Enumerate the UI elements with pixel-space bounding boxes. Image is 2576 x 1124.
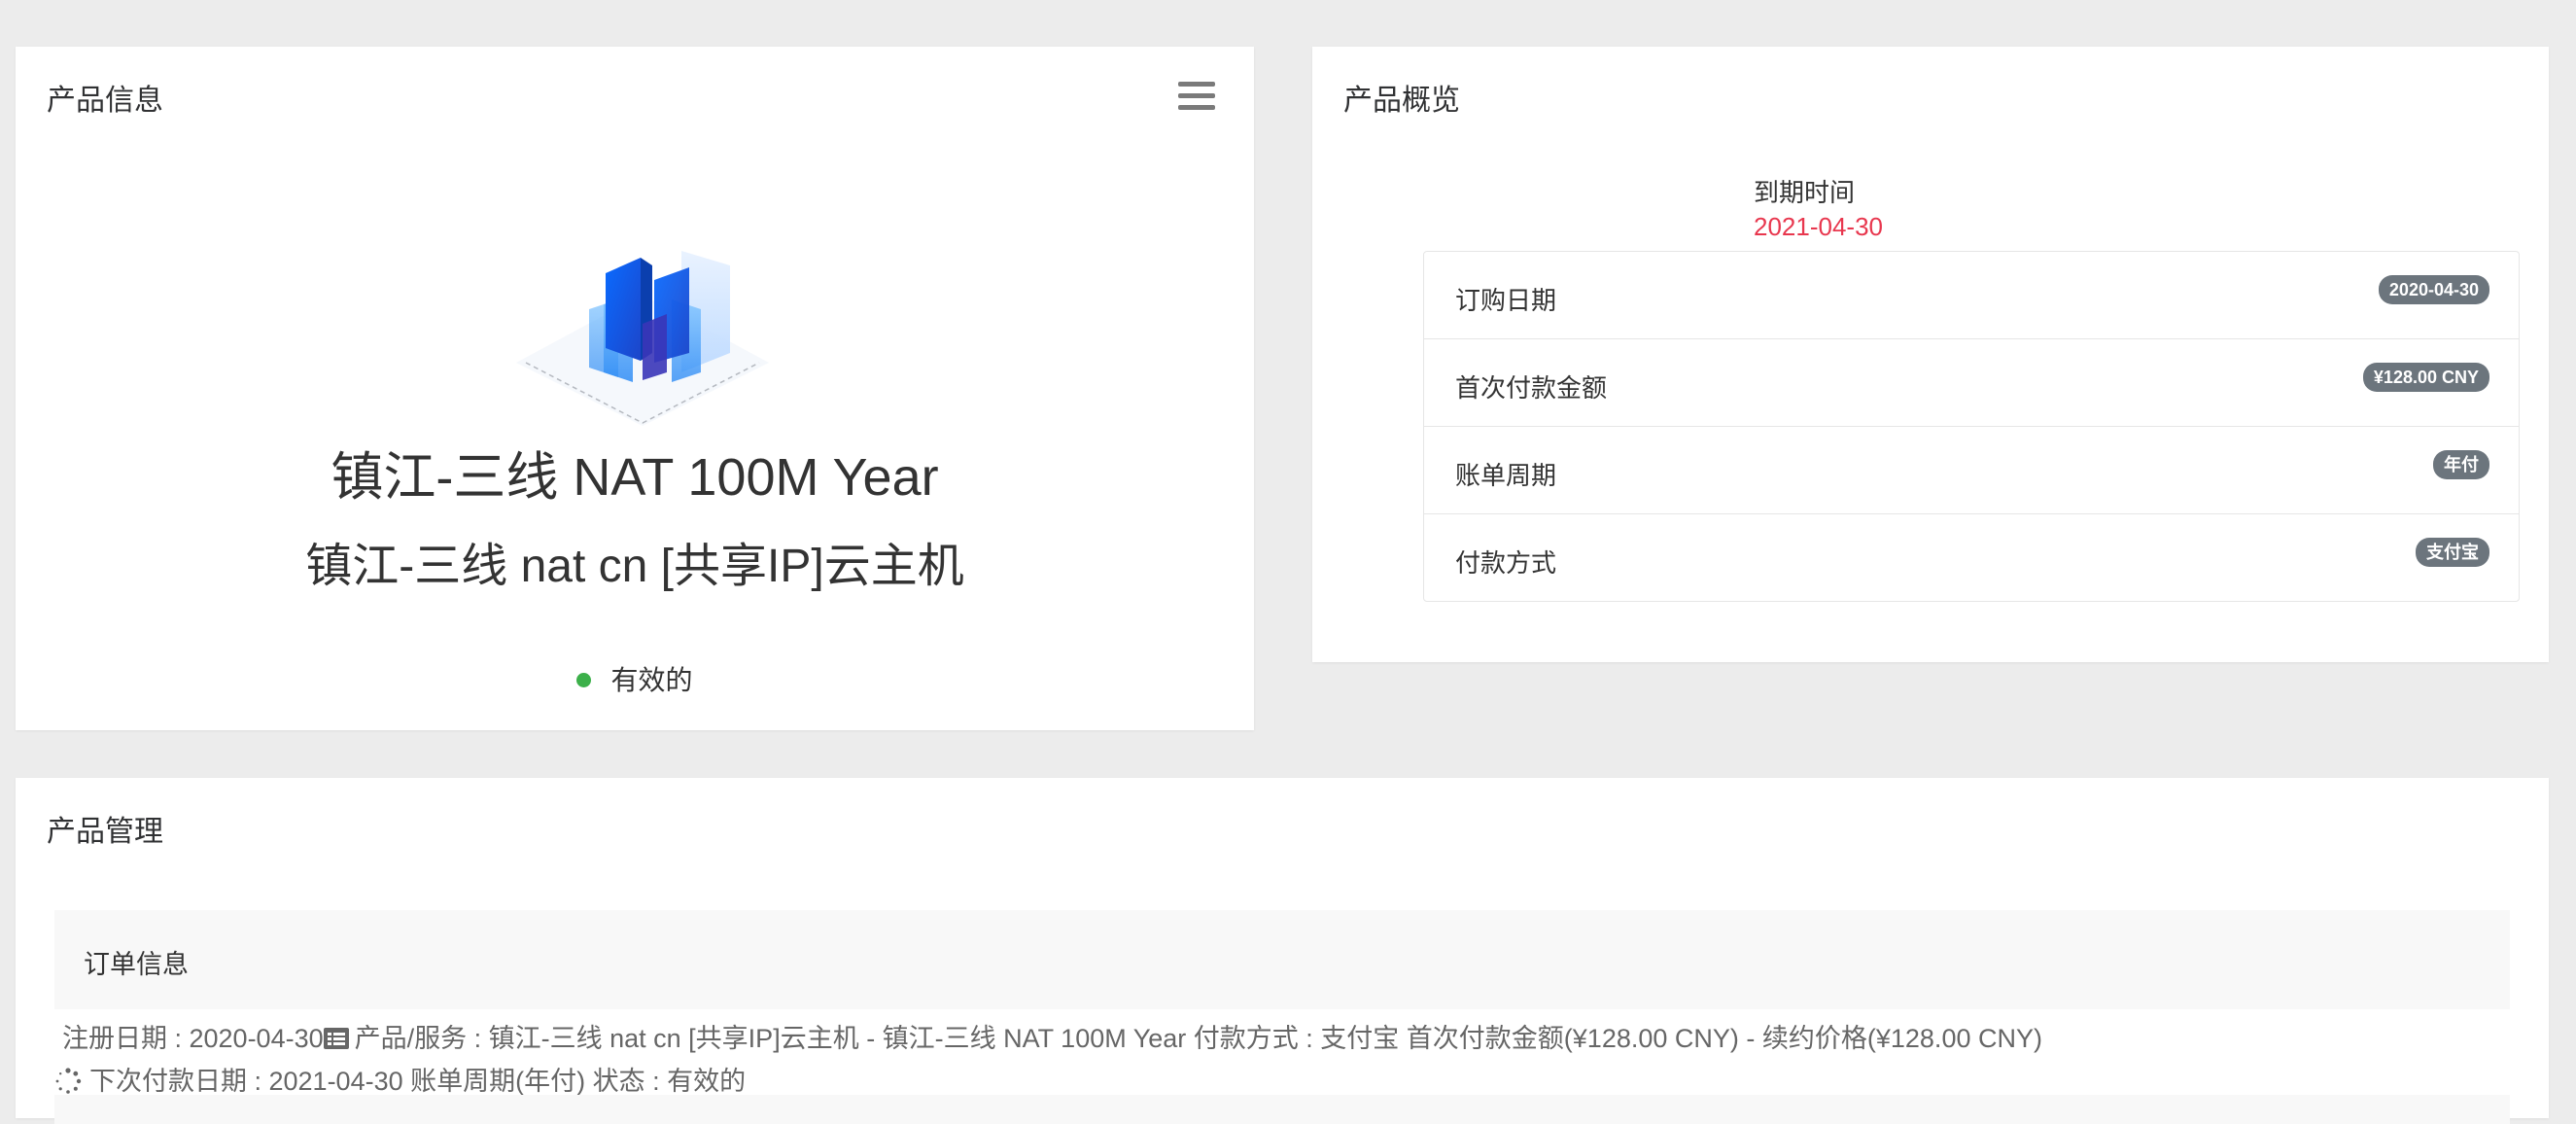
order-info-header: 订单信息 <box>54 910 2510 1009</box>
order-info-line-2: 下次付款日期 : 2021-04-30 账单周期(年付) 状态 : 有效的 <box>54 1060 746 1098</box>
overview-row-badge: 支付宝 <box>2416 538 2489 567</box>
overview-row-label: 付款方式 <box>1455 548 1557 578</box>
overview-row-label: 首次付款金额 <box>1455 373 1608 403</box>
menu-icon[interactable] <box>1178 82 1215 113</box>
product-info-card: 产品信息 镇江-三线 NAT 100M Year 镇江-三线 nat cn [共… <box>16 47 1254 730</box>
overview-row-payment-method: 付款方式 支付宝 <box>1424 514 2519 601</box>
order-info-title: 订单信息 <box>84 950 189 979</box>
list-icon <box>323 1027 349 1049</box>
product-info-title: 产品信息 <box>47 85 163 117</box>
order-info-line-1: 注册日期 : 2020-04-30 产品/服务 : 镇江-三线 nat cn [共… <box>62 1017 2042 1055</box>
status-label: 有效的 <box>610 665 693 695</box>
product-name: 镇江-三线 NAT 100M Year <box>331 448 939 507</box>
product-group: 镇江-三线 nat cn [共享IP]云主机 <box>305 541 964 592</box>
product-overview-card: 产品概览 到期时间 2021-04-30 订购日期 2020-04-30 首次付… <box>1312 47 2549 662</box>
product-overview-title: 产品概览 <box>1343 85 1460 117</box>
overview-row-label: 账单周期 <box>1455 461 1557 490</box>
overview-row-badge: 年付 <box>2433 450 2489 479</box>
expire-label: 到期时间 <box>1754 178 1856 207</box>
overview-row-first-payment: 首次付款金额 ¥128.00 CNY <box>1424 339 2519 427</box>
order-info-next-section <box>54 1095 2510 1124</box>
expire-value: 2021-04-30 <box>1754 212 1883 241</box>
product-management-title: 产品管理 <box>47 816 163 848</box>
spinner-icon <box>55 1068 82 1094</box>
overview-list: 订购日期 2020-04-30 首次付款金额 ¥128.00 CNY 账单周期 … <box>1423 251 2520 602</box>
overview-row-label: 订购日期 <box>1455 286 1557 315</box>
product-management-card: 产品管理 订单信息 注册日期 : 2020-04-30 产品/服务 : 镇江-三线… <box>16 778 2549 1124</box>
next-payment-text: 下次付款日期 : 2021-04-30 账单周期(年付) 状态 : 有效的 <box>89 1067 747 1096</box>
product-logo <box>516 251 769 426</box>
status-dot-icon <box>576 673 592 688</box>
overview-row-badge: ¥128.00 CNY <box>2362 363 2489 392</box>
register-date-text: 注册日期 : 2020-04-30 <box>62 1024 324 1053</box>
overview-row-order-date: 订购日期 2020-04-30 <box>1424 252 2519 339</box>
overview-row-badge: 2020-04-30 <box>2378 275 2489 304</box>
product-service-text: 产品/服务 : 镇江-三线 nat cn [共享IP]云主机 - 镇江-三线 N… <box>354 1024 2042 1053</box>
product-status: 有效的 <box>16 659 1254 698</box>
overview-row-billing-cycle: 账单周期 年付 <box>1424 427 2519 514</box>
